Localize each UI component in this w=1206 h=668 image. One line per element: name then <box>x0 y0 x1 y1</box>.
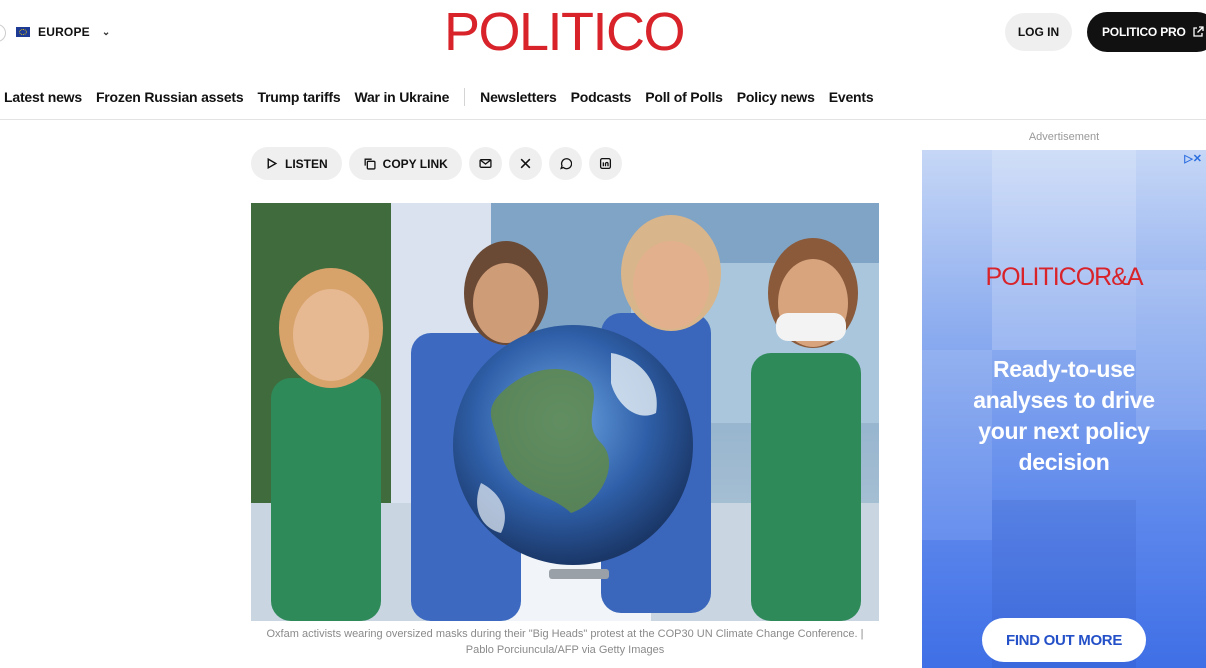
mail-icon <box>479 159 492 168</box>
ad-decor-tile <box>992 150 1136 350</box>
share-whatsapp-button[interactable] <box>548 147 582 180</box>
nav-frozen-russian-assets[interactable]: Frozen Russian assets <box>89 89 251 105</box>
copy-link-label: COPY LINK <box>382 156 448 171</box>
hero-image <box>251 203 879 621</box>
edition-outline <box>0 24 6 42</box>
nav-latest-news[interactable]: Latest news <box>0 89 89 105</box>
edition-selector[interactable]: EUROPE ⌄ <box>0 18 110 46</box>
nav-poll-of-polls[interactable]: Poll of Polls <box>638 89 730 105</box>
advertisement-banner[interactable]: ▷✕ POLITICOR&A Ready-to-use analyses to … <box>922 150 1206 668</box>
politico-pro-label: POLITICO PRO <box>1102 25 1186 39</box>
ad-logo: POLITICOR&A <box>922 263 1206 292</box>
share-x-button[interactable] <box>508 147 542 180</box>
hero-photo <box>251 203 879 621</box>
edition-label: EUROPE <box>38 25 90 39</box>
listen-button[interactable]: LISTEN <box>251 147 342 180</box>
main-nav: Latest news Frozen Russian assets Trump … <box>0 82 880 112</box>
image-caption: Oxfam activists wearing oversized masks … <box>266 628 864 656</box>
share-linkedin-button[interactable] <box>588 147 622 180</box>
copy-link-button[interactable]: COPY LINK <box>348 147 462 180</box>
share-email-button[interactable] <box>468 147 502 180</box>
play-icon <box>267 157 278 170</box>
chevron-down-icon: ⌄ <box>101 26 111 38</box>
external-link-icon <box>1192 26 1204 37</box>
nav-policy-news[interactable]: Policy news <box>730 89 822 105</box>
ad-logo-main: POLITICO <box>985 263 1095 291</box>
advertisement-label: Advertisement <box>1028 131 1100 143</box>
ad-choices-icon[interactable]: ▷✕ <box>1184 152 1202 165</box>
copy-icon <box>364 158 376 170</box>
nav-divider-line <box>0 119 1206 120</box>
find-out-more-button[interactable]: FIND OUT MORE <box>982 618 1146 662</box>
nav-divider <box>464 88 466 106</box>
x-icon <box>520 158 531 169</box>
politico-pro-button[interactable]: POLITICO PRO <box>1087 12 1206 52</box>
nav-trump-tariffs[interactable]: Trump tariffs <box>250 89 347 105</box>
eu-flag-icon <box>16 27 30 37</box>
listen-label: LISTEN <box>285 156 328 171</box>
nav-newsletters[interactable]: Newsletters <box>473 89 563 105</box>
whatsapp-icon <box>559 158 572 170</box>
ad-copy: Ready-to-use analyses to drive your next… <box>973 356 1155 475</box>
nav-events[interactable]: Events <box>822 89 881 105</box>
login-button[interactable]: LOG IN <box>1005 13 1072 51</box>
nav-podcasts[interactable]: Podcasts <box>564 89 639 105</box>
share-bar: LISTEN COPY LINK <box>251 147 622 180</box>
linkedin-icon <box>599 157 611 170</box>
nav-war-in-ukraine[interactable]: War in Ukraine <box>347 89 456 105</box>
ad-logo-suffix: R&A <box>1094 263 1143 291</box>
site-logo[interactable]: POLITICO <box>438 2 690 62</box>
